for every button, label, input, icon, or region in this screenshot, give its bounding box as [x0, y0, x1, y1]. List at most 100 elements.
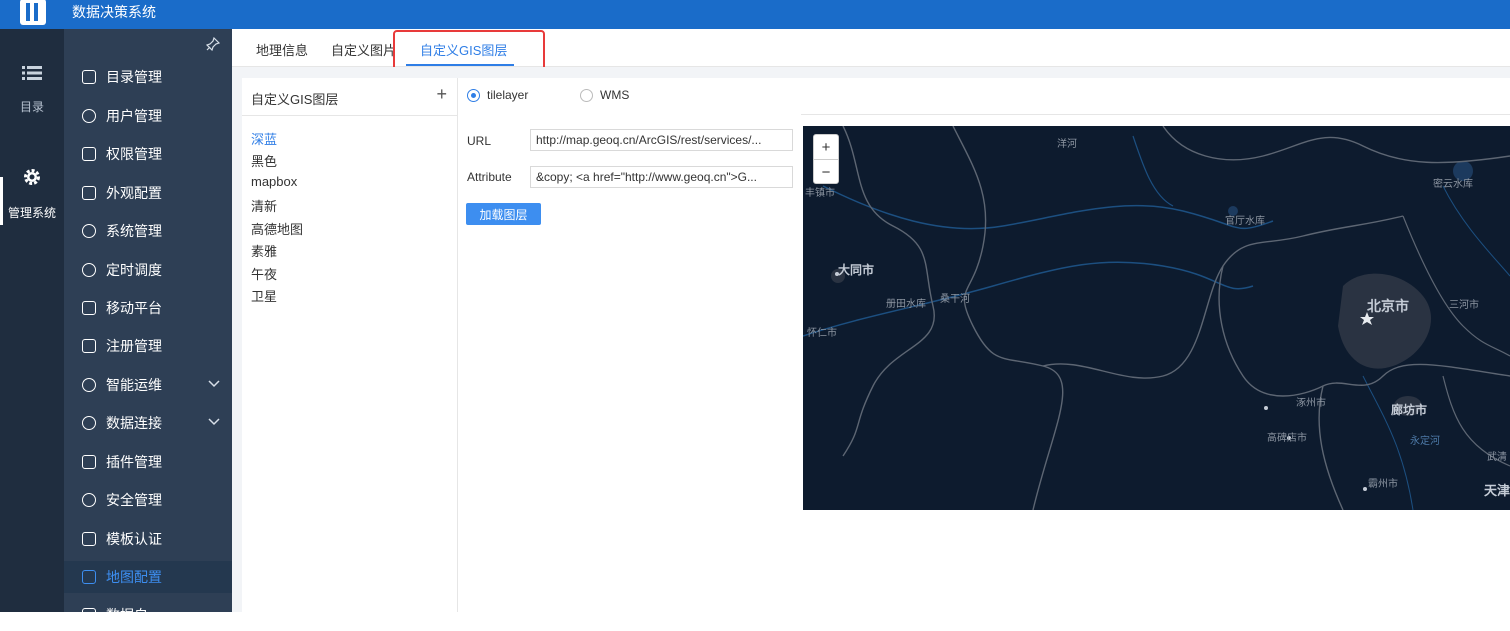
brush-icon — [82, 186, 96, 200]
plugin-icon — [82, 455, 96, 469]
menu-item-label: 外观配置 — [106, 185, 162, 201]
tab-custom-image[interactable]: 自定义图片 — [331, 40, 396, 59]
ops-icon — [82, 378, 96, 392]
map-label-yongdinghe: 永定河 — [1410, 436, 1440, 447]
app-title: 数据决策系统 — [72, 3, 156, 20]
settings-icon — [82, 224, 96, 238]
zoom-out-button[interactable]: − — [814, 160, 838, 184]
map-label-miyun: 密云水库 — [1433, 179, 1473, 190]
layer-item-fresh[interactable]: 清新 — [251, 196, 277, 215]
menu-item-catalog[interactable]: 目录管理 — [64, 61, 232, 93]
menu-item-label: 模板认证 — [106, 531, 162, 547]
map-preview[interactable]: + − 洋河 密云水库 丰镇市 官厅水库 大同市 册田水库 桑干河 北京市 三河… — [803, 126, 1510, 510]
type-radio-tilelayer[interactable]: tilelayer — [467, 88, 528, 102]
menu-item-label: 定时调度 — [106, 262, 162, 278]
radio-dot — [467, 88, 480, 102]
menu-item-label: 移动平台 — [106, 300, 162, 316]
add-layer-button[interactable]: + — [436, 84, 447, 105]
menu-item-register[interactable]: 注册管理 — [64, 330, 232, 362]
pin-icon[interactable] — [205, 36, 221, 54]
attribute-input[interactable]: &copy; <a href="http://www.geoq.cn">G... — [530, 166, 793, 188]
register-icon — [82, 339, 96, 353]
rail-item-catalog-label: 目录 — [19, 100, 44, 114]
list-icon — [0, 65, 64, 86]
menu-item-ops[interactable]: 智能运维 — [64, 369, 232, 401]
radio-label: tilelayer — [487, 88, 529, 102]
shield-icon — [82, 493, 96, 507]
menu-item-label: 地图配置 — [106, 569, 162, 585]
divider — [242, 115, 458, 116]
map-label-zhuozhou: 涿州市 — [1296, 398, 1326, 409]
mobile-icon — [82, 301, 96, 315]
rail-item-admin-label: 管理系统 — [7, 206, 56, 220]
map-label-sanhe: 三河市 — [1449, 300, 1479, 311]
menu-item-template-auth[interactable]: 模板认证 — [64, 523, 232, 555]
menu-item-permissions[interactable]: 权限管理 — [64, 138, 232, 170]
tab-geo-info[interactable]: 地理信息 — [256, 40, 308, 59]
attribute-label: Attribute — [467, 170, 512, 184]
map-label-huairen: 怀仁市 — [807, 328, 837, 339]
map-label-beijing: 北京市 — [1367, 298, 1409, 314]
template-icon — [82, 532, 96, 546]
menu-item-label: 注册管理 — [106, 338, 162, 354]
app-logo — [20, 0, 46, 25]
menu-item-system[interactable]: 系统管理 — [64, 215, 232, 247]
layer-item-mapbox[interactable]: mapbox — [251, 174, 297, 189]
load-layer-button[interactable]: 加载图层 — [466, 203, 541, 225]
menu-item-label: 权限管理 — [106, 146, 162, 162]
map-label-sangganhe: 桑干河 — [940, 294, 970, 305]
map-label-bazhou: 霸州市 — [1368, 479, 1398, 490]
layer-item-elegant[interactable]: 素雅 — [251, 241, 277, 260]
layer-item-amap[interactable]: 高德地图 — [251, 219, 303, 238]
layer-item-deep-blue[interactable]: 深蓝 — [251, 129, 277, 148]
menu-item-label: 目录管理 — [106, 69, 162, 85]
map-zoom-control: + − — [813, 134, 839, 184]
data-icon — [82, 608, 96, 622]
menu-item-users[interactable]: 用户管理 — [64, 100, 232, 132]
map-label-langfang: 廊坊市 — [1391, 403, 1428, 417]
menu-item-schedule[interactable]: 定时调度 — [64, 254, 232, 286]
user-icon — [82, 109, 96, 123]
map-label-cetian: 册田水库 — [886, 299, 926, 310]
map-label-yanghe: 洋河 — [1057, 139, 1077, 150]
url-label: URL — [467, 134, 492, 148]
layer-list-panel: 自定义GIS图层 + 深蓝 黑色 mapbox 清新 高德地图 素雅 午夜 卫星 — [242, 78, 458, 612]
map-label-datong: 大同市 — [838, 263, 875, 277]
map-label-tianjin: 天津 — [1484, 483, 1510, 498]
menu-item-label: 安全管理 — [106, 492, 162, 508]
menu-item-label: 系统管理 — [106, 223, 162, 239]
layer-item-midnight[interactable]: 午夜 — [251, 264, 277, 283]
menu-item-label: 插件管理 — [106, 454, 162, 470]
layer-item-satellite[interactable]: 卫星 — [251, 286, 277, 305]
lock-icon — [82, 147, 96, 161]
map-label-fengzhen: 丰镇市 — [805, 188, 835, 199]
chevron-down-icon — [208, 379, 220, 391]
zoom-in-button[interactable]: + — [814, 135, 838, 159]
rail-item-admin[interactable]: 管理系统 — [0, 167, 64, 221]
menu-item-plugins[interactable]: 插件管理 — [64, 446, 232, 478]
rail-item-catalog[interactable]: 目录 — [0, 65, 64, 115]
menu-item-data-connection[interactable]: 数据连接 — [64, 407, 232, 439]
map-icon — [82, 570, 96, 584]
icon-rail: 目录 管理系统 — [0, 29, 64, 612]
menu-item-label: 用户管理 — [106, 108, 162, 124]
menu-item-mobile[interactable]: 移动平台 — [64, 292, 232, 324]
radio-dot — [580, 88, 593, 102]
layer-list-title: 自定义GIS图层 — [251, 92, 339, 107]
menu-item-data-self[interactable]: 数据自 — [64, 599, 232, 631]
type-radio-wms[interactable]: WMS — [580, 88, 629, 102]
link-icon — [82, 416, 96, 430]
gear-icon — [0, 167, 64, 192]
top-bar: 数据决策系统 — [0, 0, 1510, 29]
url-input[interactable]: http://map.geoq.cn/ArcGIS/rest/services/… — [530, 129, 793, 151]
menu-item-security[interactable]: 安全管理 — [64, 484, 232, 516]
menu-item-map-config[interactable]: 地图配置 — [64, 561, 232, 593]
admin-menu: 目录管理 用户管理 权限管理 外观配置 系统管理 定时调度 移动平台 注册管理 … — [64, 29, 232, 623]
timer-icon — [82, 263, 96, 277]
menu-item-appearance[interactable]: 外观配置 — [64, 177, 232, 209]
menu-item-label: 数据自 — [106, 607, 148, 623]
chevron-down-icon — [208, 417, 220, 429]
map-label-wuqing: 武清 — [1487, 452, 1507, 463]
map-label-gaobeidian: 高碑店市 — [1267, 433, 1307, 444]
layer-item-black[interactable]: 黑色 — [251, 151, 277, 170]
